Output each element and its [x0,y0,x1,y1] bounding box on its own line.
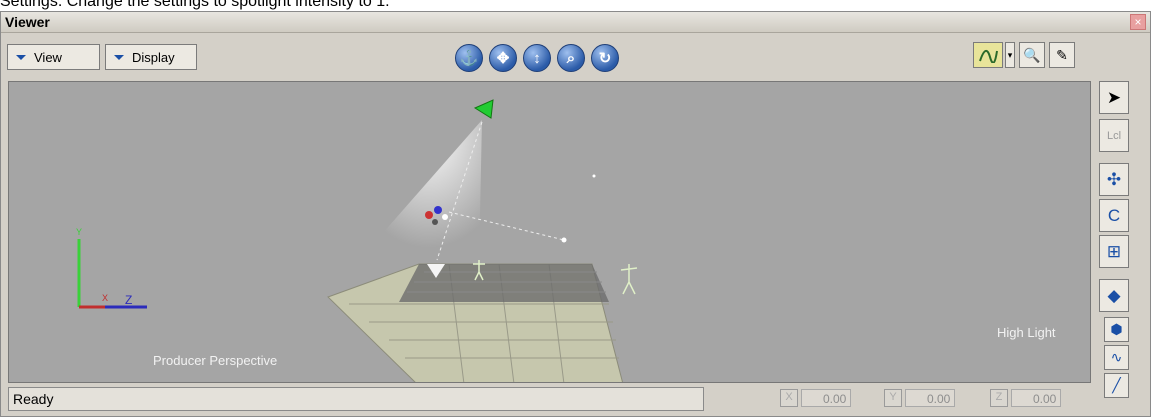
display-menu-button[interactable]: Display [105,44,197,70]
y-coord-letter: Y [884,389,902,407]
z-coord-letter: Z [990,389,1008,407]
curve-icon[interactable] [973,42,1003,68]
marker-dot [592,174,596,178]
lcl-button[interactable]: Lcl [1099,119,1129,152]
axis-x-label: X [102,293,108,303]
z-coordinate: Z 0.00 [990,389,1062,409]
x-coord-letter: X [780,389,798,407]
select-icon[interactable]: ➤ [1099,81,1129,114]
z-coord-value[interactable]: 0.00 [1011,389,1062,407]
render-cube-icon[interactable]: ◆ [1099,279,1129,312]
spotlight-cone [375,120,482,262]
y-coord-value[interactable]: 0.00 [905,389,956,407]
anchor-icon[interactable]: ⚓ [455,44,483,72]
grid-patch [399,264,609,302]
zoom-icon[interactable]: ⌕ [557,44,585,72]
spotlight-icon [473,99,494,119]
chevron-down-icon [114,54,124,60]
x-coord-value[interactable]: 0.00 [801,389,852,407]
rotate-icon[interactable]: C [1099,199,1129,232]
display-menu-label: Display [132,49,175,65]
viewer-toolbar: View Display ⚓ ✥ ↕ ⌕ ↻ ▾ 🔍 ✎ [1,33,1150,75]
translate-icon[interactable]: ✣ [1099,163,1129,196]
axis-gizmo [77,239,147,309]
x-coordinate: X 0.00 [780,389,852,409]
window-title: Viewer [5,14,50,30]
edit-icon[interactable]: ✎ [1049,42,1075,68]
view-menu-button[interactable]: View [7,44,100,70]
wave-icon[interactable]: ∿ [1104,345,1129,370]
chevron-down-icon [16,54,26,60]
close-button[interactable]: × [1130,14,1146,30]
solid-cube-icon[interactable]: ⬢ [1104,317,1129,342]
title-bar: Viewer × [1,12,1150,33]
scene-canvas: Y X Z [76,99,638,382]
3d-viewport[interactable]: Y X Z Producer Perspective High Light [8,81,1091,383]
light-label: High Light [997,325,1056,340]
page-caption: Settings. Change the settings to spotlig… [0,0,390,10]
vertical-move-icon[interactable]: ↕ [523,44,551,72]
zoom-2d-icon[interactable]: 🔍 [1019,42,1045,68]
y-coordinate: Y 0.00 [884,389,956,409]
status-text: Ready [8,387,704,411]
curve-dropdown-icon[interactable]: ▾ [1005,42,1015,68]
view-menu-label: View [34,49,62,65]
axis-y-label: Y [76,227,82,237]
scale-icon[interactable]: ⊞ [1099,235,1129,268]
camera-label: Producer Perspective [153,353,278,368]
status-bar: Ready X 0.00 Y 0.00 Z 0.00 [8,387,1091,411]
target-dot [561,237,567,243]
curve-shape-icon [979,50,998,63]
curve-tool-icon[interactable]: ╱ [1104,373,1129,398]
move-icon[interactable]: ✥ [489,44,517,72]
axis-z-label: Z [125,293,132,307]
orbit-icon[interactable]: ↻ [591,44,619,72]
viewer-window: Viewer × View Display ⚓ ✥ ↕ ⌕ ↻ ▾ 🔍 ✎ Y … [0,11,1151,417]
